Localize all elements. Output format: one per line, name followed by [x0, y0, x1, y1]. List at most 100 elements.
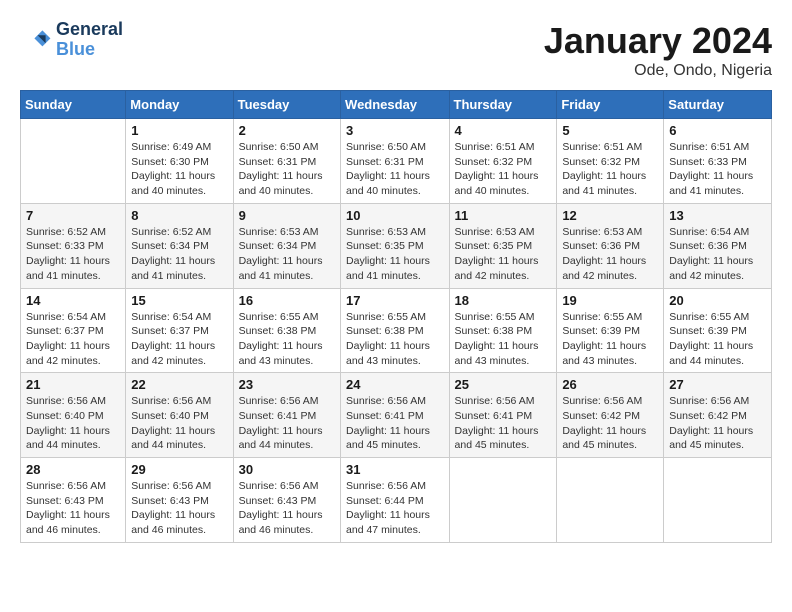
logo-text: General Blue — [56, 20, 123, 60]
title-area: January 2024 Ode, Ondo, Nigeria — [544, 20, 772, 80]
day-info: Sunrise: 6:55 AMSunset: 6:38 PMDaylight:… — [455, 311, 539, 367]
day-info: Sunrise: 6:53 AMSunset: 6:35 PMDaylight:… — [346, 226, 430, 282]
day-info: Sunrise: 6:52 AMSunset: 6:34 PMDaylight:… — [131, 226, 215, 282]
weekday-header: Sunday — [21, 91, 126, 119]
calendar-cell: 19 Sunrise: 6:55 AMSunset: 6:39 PMDaylig… — [557, 288, 664, 373]
calendar-cell: 28 Sunrise: 6:56 AMSunset: 6:43 PMDaylig… — [21, 458, 126, 543]
day-number: 7 — [26, 208, 120, 223]
calendar-cell: 14 Sunrise: 6:54 AMSunset: 6:37 PMDaylig… — [21, 288, 126, 373]
day-number: 12 — [562, 208, 658, 223]
weekday-header: Monday — [126, 91, 233, 119]
day-number: 11 — [455, 208, 552, 223]
calendar-cell: 20 Sunrise: 6:55 AMSunset: 6:39 PMDaylig… — [664, 288, 772, 373]
day-info: Sunrise: 6:54 AMSunset: 6:36 PMDaylight:… — [669, 226, 753, 282]
day-number: 21 — [26, 377, 120, 392]
day-number: 3 — [346, 123, 443, 138]
day-info: Sunrise: 6:55 AMSunset: 6:39 PMDaylight:… — [562, 311, 646, 367]
calendar-week-row: 1 Sunrise: 6:49 AMSunset: 6:30 PMDayligh… — [21, 119, 772, 204]
calendar-cell: 13 Sunrise: 6:54 AMSunset: 6:36 PMDaylig… — [664, 203, 772, 288]
calendar-cell: 6 Sunrise: 6:51 AMSunset: 6:33 PMDayligh… — [664, 119, 772, 204]
calendar-cell: 29 Sunrise: 6:56 AMSunset: 6:43 PMDaylig… — [126, 458, 233, 543]
day-info: Sunrise: 6:53 AMSunset: 6:35 PMDaylight:… — [455, 226, 539, 282]
day-info: Sunrise: 6:55 AMSunset: 6:38 PMDaylight:… — [346, 311, 430, 367]
day-number: 31 — [346, 462, 443, 477]
day-number: 9 — [239, 208, 335, 223]
weekday-header: Tuesday — [233, 91, 340, 119]
day-info: Sunrise: 6:56 AMSunset: 6:41 PMDaylight:… — [455, 395, 539, 451]
month-title: January 2024 — [544, 20, 772, 62]
day-number: 17 — [346, 293, 443, 308]
day-number: 13 — [669, 208, 766, 223]
day-number: 29 — [131, 462, 227, 477]
calendar-cell: 4 Sunrise: 6:51 AMSunset: 6:32 PMDayligh… — [449, 119, 557, 204]
day-number: 14 — [26, 293, 120, 308]
day-number: 5 — [562, 123, 658, 138]
day-info: Sunrise: 6:52 AMSunset: 6:33 PMDaylight:… — [26, 226, 110, 282]
day-info: Sunrise: 6:50 AMSunset: 6:31 PMDaylight:… — [346, 141, 430, 197]
calendar-cell — [21, 119, 126, 204]
calendar-cell: 10 Sunrise: 6:53 AMSunset: 6:35 PMDaylig… — [341, 203, 449, 288]
calendar-cell: 8 Sunrise: 6:52 AMSunset: 6:34 PMDayligh… — [126, 203, 233, 288]
day-number: 10 — [346, 208, 443, 223]
day-info: Sunrise: 6:50 AMSunset: 6:31 PMDaylight:… — [239, 141, 323, 197]
calendar-cell: 5 Sunrise: 6:51 AMSunset: 6:32 PMDayligh… — [557, 119, 664, 204]
day-info: Sunrise: 6:56 AMSunset: 6:42 PMDaylight:… — [562, 395, 646, 451]
calendar-week-row: 14 Sunrise: 6:54 AMSunset: 6:37 PMDaylig… — [21, 288, 772, 373]
day-info: Sunrise: 6:56 AMSunset: 6:43 PMDaylight:… — [26, 480, 110, 536]
day-info: Sunrise: 6:51 AMSunset: 6:32 PMDaylight:… — [455, 141, 539, 197]
calendar-cell: 15 Sunrise: 6:54 AMSunset: 6:37 PMDaylig… — [126, 288, 233, 373]
day-number: 20 — [669, 293, 766, 308]
day-number: 2 — [239, 123, 335, 138]
day-number: 22 — [131, 377, 227, 392]
day-info: Sunrise: 6:56 AMSunset: 6:43 PMDaylight:… — [239, 480, 323, 536]
calendar-cell: 17 Sunrise: 6:55 AMSunset: 6:38 PMDaylig… — [341, 288, 449, 373]
calendar-cell: 18 Sunrise: 6:55 AMSunset: 6:38 PMDaylig… — [449, 288, 557, 373]
header-row: SundayMondayTuesdayWednesdayThursdayFrid… — [21, 91, 772, 119]
day-info: Sunrise: 6:51 AMSunset: 6:33 PMDaylight:… — [669, 141, 753, 197]
day-info: Sunrise: 6:53 AMSunset: 6:34 PMDaylight:… — [239, 226, 323, 282]
day-number: 30 — [239, 462, 335, 477]
logo: General Blue — [20, 20, 123, 60]
day-info: Sunrise: 6:55 AMSunset: 6:38 PMDaylight:… — [239, 311, 323, 367]
day-number: 24 — [346, 377, 443, 392]
calendar-cell: 11 Sunrise: 6:53 AMSunset: 6:35 PMDaylig… — [449, 203, 557, 288]
calendar-cell: 12 Sunrise: 6:53 AMSunset: 6:36 PMDaylig… — [557, 203, 664, 288]
logo-icon — [20, 24, 52, 56]
calendar-cell — [664, 458, 772, 543]
calendar-cell: 22 Sunrise: 6:56 AMSunset: 6:40 PMDaylig… — [126, 373, 233, 458]
day-info: Sunrise: 6:56 AMSunset: 6:41 PMDaylight:… — [346, 395, 430, 451]
day-info: Sunrise: 6:56 AMSunset: 6:42 PMDaylight:… — [669, 395, 753, 451]
calendar-cell — [449, 458, 557, 543]
calendar-table: SundayMondayTuesdayWednesdayThursdayFrid… — [20, 90, 772, 543]
day-info: Sunrise: 6:56 AMSunset: 6:43 PMDaylight:… — [131, 480, 215, 536]
calendar-week-row: 7 Sunrise: 6:52 AMSunset: 6:33 PMDayligh… — [21, 203, 772, 288]
day-number: 15 — [131, 293, 227, 308]
weekday-header: Friday — [557, 91, 664, 119]
day-info: Sunrise: 6:56 AMSunset: 6:44 PMDaylight:… — [346, 480, 430, 536]
day-number: 4 — [455, 123, 552, 138]
day-number: 25 — [455, 377, 552, 392]
calendar-cell: 21 Sunrise: 6:56 AMSunset: 6:40 PMDaylig… — [21, 373, 126, 458]
calendar-cell: 1 Sunrise: 6:49 AMSunset: 6:30 PMDayligh… — [126, 119, 233, 204]
calendar-cell: 3 Sunrise: 6:50 AMSunset: 6:31 PMDayligh… — [341, 119, 449, 204]
day-info: Sunrise: 6:55 AMSunset: 6:39 PMDaylight:… — [669, 311, 753, 367]
calendar-cell: 30 Sunrise: 6:56 AMSunset: 6:43 PMDaylig… — [233, 458, 340, 543]
day-info: Sunrise: 6:56 AMSunset: 6:40 PMDaylight:… — [131, 395, 215, 451]
day-info: Sunrise: 6:56 AMSunset: 6:41 PMDaylight:… — [239, 395, 323, 451]
day-info: Sunrise: 6:53 AMSunset: 6:36 PMDaylight:… — [562, 226, 646, 282]
calendar-cell: 31 Sunrise: 6:56 AMSunset: 6:44 PMDaylig… — [341, 458, 449, 543]
day-info: Sunrise: 6:49 AMSunset: 6:30 PMDaylight:… — [131, 141, 215, 197]
calendar-cell — [557, 458, 664, 543]
day-info: Sunrise: 6:54 AMSunset: 6:37 PMDaylight:… — [26, 311, 110, 367]
calendar-cell: 24 Sunrise: 6:56 AMSunset: 6:41 PMDaylig… — [341, 373, 449, 458]
calendar-cell: 9 Sunrise: 6:53 AMSunset: 6:34 PMDayligh… — [233, 203, 340, 288]
day-info: Sunrise: 6:51 AMSunset: 6:32 PMDaylight:… — [562, 141, 646, 197]
weekday-header: Saturday — [664, 91, 772, 119]
location: Ode, Ondo, Nigeria — [544, 62, 772, 80]
day-number: 1 — [131, 123, 227, 138]
day-number: 28 — [26, 462, 120, 477]
day-number: 26 — [562, 377, 658, 392]
calendar-cell: 2 Sunrise: 6:50 AMSunset: 6:31 PMDayligh… — [233, 119, 340, 204]
weekday-header: Thursday — [449, 91, 557, 119]
day-number: 18 — [455, 293, 552, 308]
